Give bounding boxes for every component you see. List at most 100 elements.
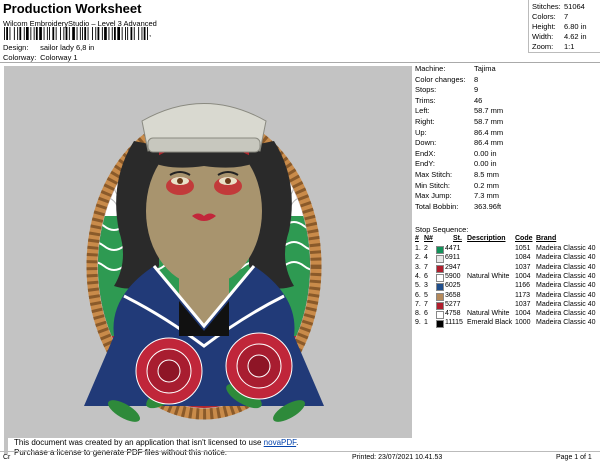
stat-label: Colors: [532,12,556,21]
info-label: Max Jump: [415,191,452,201]
seq-code: 1004 [515,310,531,318]
info-row: Min Stitch: 0.2 mm [415,181,499,190]
seq-stop: 9. [415,319,421,327]
stat-zoom: Zoom: 1:1 [532,42,574,51]
design-value: sailor lady 6,8 in [40,43,95,52]
embroidery-illustration [84,103,324,422]
info-row: EndY: 0.00 in [415,159,497,168]
color-swatch [436,255,444,264]
footer-divider [0,451,600,452]
seq-description: Emerald Black [467,319,513,327]
info-value: 58.7 mm [474,106,504,116]
info-row: Machine: Tajima [415,64,496,73]
info-value: 0.2 mm [474,180,500,190]
barcode-tail: , [149,29,152,38]
colorway-line: Colorway: Colorway 1 [3,53,78,62]
stat-value: 4.62 in [564,32,587,41]
seq-description: Natural White [467,310,510,318]
info-row: Up: 86.4 mm [415,128,503,137]
stats-box: Stitches: 51064 Colors: 7 Height: 6.80 in W… [528,0,600,53]
seq-brand: Madeira Classic 40 [536,300,596,308]
info-row: EndX: 0.00 in [415,149,497,158]
info-row: Color changes: 8 [415,75,478,84]
seq-brand: Madeira Classic 40 [536,263,596,271]
info-value: 9 [474,85,479,95]
seq-code: 1004 [515,272,531,280]
seq-brand: Madeira Classic 40 [536,282,596,290]
info-label: Machine: [415,64,446,73]
novapdf-link[interactable]: novaPDF [264,438,296,447]
color-swatch [436,264,444,273]
seq-needle: 6 [424,310,428,318]
stat-height: Height: 6.80 in [532,22,587,31]
seq-stop: 1. [415,245,421,252]
seq-needle: 7 [424,300,428,308]
info-label: Min Stitch: [415,180,451,190]
color-swatch [436,273,444,282]
stat-width: Width: 4.62 in [532,32,587,41]
seq-header: Brand [536,235,557,242]
color-swatch [436,292,444,301]
seq-brand: Madeira Classic 40 [536,254,596,262]
stat-value: 6.80 in [564,22,587,31]
stat-colors: Colors: 7 [532,12,568,21]
info-label: Color changes: [415,74,466,84]
info-value: 86.4 mm [474,127,504,137]
stat-value: 51064 [564,2,585,11]
stat-label: Stitches: [532,2,561,11]
seq-stitches: 4758 [445,310,461,318]
info-label: Left: [415,106,430,116]
seq-code: 1084 [515,254,531,262]
stat-stitches: Stitches: 51064 [532,2,585,11]
info-label: Trims: [415,95,436,105]
color-swatch [436,301,444,310]
seq-header: St. [453,235,462,242]
info-label: Up: [415,127,427,137]
seq-brand: Madeira Classic 40 [536,272,596,280]
seq-stop: 7. [415,300,421,308]
color-swatch [436,246,444,254]
info-value: 86.4 mm [474,138,504,148]
info-label: EndX: [415,148,436,158]
seq-stop: 4. [415,272,421,280]
seq-needle: 5 [424,291,428,299]
seq-needle: 2 [424,245,428,252]
seq-stop: 5. [415,282,421,290]
info-row: Left: 58.7 mm [415,106,503,115]
seq-header: Code [515,235,533,242]
barcode [4,27,148,40]
seq-header: Description [467,235,506,242]
seq-needle: 6 [424,272,428,280]
color-swatch [436,283,444,292]
info-label: Total Bobbin: [415,201,459,211]
notice-line2: Purchase a license to generate PDF files… [14,448,227,457]
info-value: 46 [474,95,483,105]
info-value: Tajima [474,64,496,73]
seq-stitches: 5900 [445,272,461,280]
page-title: Production Worksheet [3,1,142,16]
seq-stitches: 6911 [445,254,461,262]
colorway-label: Colorway: [3,53,37,62]
info-value: 363.96ft [474,201,502,211]
seq-stop: 6. [415,291,421,299]
seq-needle: 3 [424,282,428,290]
design-line: Design: sailor lady 6,8 in [3,43,94,52]
seq-code: 1173 [515,291,531,299]
info-row: Max Stitch: 8.5 mm [415,170,499,179]
info-row: Trims: 46 [415,96,482,105]
seq-stitches: 2947 [445,263,461,271]
stat-label: Height: [532,22,556,31]
seq-stitches: 4471 [445,245,461,252]
seq-code: 1037 [515,300,531,308]
info-label: Max Stitch: [415,170,453,179]
info-row: Total Bobbin: 363.96ft [415,202,501,211]
color-swatch [436,320,444,329]
info-label: EndY: [415,159,436,169]
seq-needle: 4 [424,254,428,262]
seq-code: 1051 [515,245,531,252]
notice-line1: This document was created by an applicat… [14,438,264,447]
info-row: Right: 58.7 mm [415,117,503,126]
info-label: Stops: [415,85,437,95]
stop-sequence-title: Stop Sequence: [415,225,469,234]
footer-left: Cr [3,454,11,461]
